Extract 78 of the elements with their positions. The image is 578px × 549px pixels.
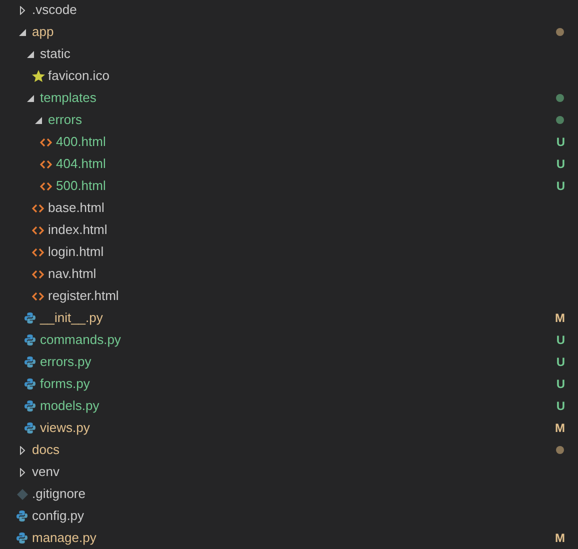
git-status-letter: M: [555, 530, 565, 547]
python-icon: [24, 378, 36, 390]
git-status-letter: U: [556, 354, 565, 371]
file-name: login.html: [48, 243, 105, 262]
file-name: nav.html: [48, 265, 98, 284]
file-name: errors: [48, 111, 83, 130]
git-status-letter: U: [556, 134, 565, 151]
python-icon: [24, 334, 36, 346]
tree-item[interactable]: .gitignore: [0, 483, 578, 505]
git-status-letter: U: [556, 332, 565, 349]
file-name: base.html: [48, 199, 106, 218]
tree-item[interactable]: manage.py M: [0, 527, 578, 548]
tree-item[interactable]: 500.html U: [0, 175, 578, 197]
tree-item[interactable]: forms.py U: [0, 373, 578, 395]
file-name: register.html: [48, 287, 120, 306]
file-name: commands.py: [40, 331, 122, 350]
file-name: venv: [32, 463, 60, 482]
tree-item[interactable]: login.html: [0, 241, 578, 263]
python-icon: [16, 510, 28, 522]
tree-item[interactable]: .vscode: [0, 0, 578, 21]
tree-item[interactable]: config.py: [0, 505, 578, 527]
file-name: templates: [40, 89, 98, 108]
tree-item[interactable]: favicon.ico: [0, 65, 578, 87]
tree-item[interactable]: app: [0, 21, 578, 43]
file-name: static: [40, 45, 72, 64]
tree-item[interactable]: register.html: [0, 285, 578, 307]
diamond-icon: [16, 488, 28, 500]
file-name: app: [32, 23, 55, 42]
code-icon: [32, 292, 44, 300]
tree-item[interactable]: venv: [0, 461, 578, 483]
tree-item[interactable]: errors: [0, 109, 578, 131]
code-icon: [32, 204, 44, 212]
tree-item[interactable]: 404.html U: [0, 153, 578, 175]
file-name: forms.py: [40, 375, 91, 394]
git-status-letter: U: [556, 156, 565, 173]
code-icon: [32, 248, 44, 256]
file-name: config.py: [32, 507, 86, 526]
git-status-letter: M: [555, 420, 565, 437]
file-name: docs: [32, 441, 60, 460]
git-status-letter: U: [556, 178, 565, 195]
code-icon: [40, 160, 52, 168]
python-icon: [16, 532, 28, 544]
file-name: views.py: [40, 419, 91, 438]
tree-item[interactable]: 400.html U: [0, 131, 578, 153]
git-status-letter: U: [556, 376, 565, 393]
python-icon: [24, 356, 36, 368]
tree-item[interactable]: static: [0, 43, 578, 65]
code-icon: [32, 226, 44, 234]
tree-item[interactable]: base.html: [0, 197, 578, 219]
tree-item[interactable]: commands.py U: [0, 329, 578, 351]
file-name: 404.html: [56, 155, 107, 174]
file-name: models.py: [40, 397, 100, 416]
code-icon: [32, 270, 44, 278]
tree-item[interactable]: docs: [0, 439, 578, 461]
python-icon: [24, 422, 36, 434]
file-name: index.html: [48, 221, 108, 240]
file-name: 400.html: [56, 133, 107, 152]
tree-item[interactable]: errors.py U: [0, 351, 578, 373]
file-name: .gitignore: [32, 485, 86, 504]
star-icon: [32, 70, 44, 82]
file-name: .vscode: [32, 1, 78, 20]
tree-item[interactable]: views.py M: [0, 417, 578, 439]
git-status-letter: M: [555, 310, 565, 327]
file-name: manage.py: [32, 529, 98, 548]
tree-item[interactable]: templates: [0, 87, 578, 109]
tree-item[interactable]: index.html: [0, 219, 578, 241]
file-name: 500.html: [56, 177, 107, 196]
git-status-letter: U: [556, 398, 565, 415]
python-icon: [24, 400, 36, 412]
code-icon: [40, 138, 52, 146]
tree-item[interactable]: nav.html: [0, 263, 578, 285]
tree-item[interactable]: models.py U: [0, 395, 578, 417]
tree-item[interactable]: __init__.py M: [0, 307, 578, 329]
python-icon: [24, 312, 36, 324]
code-icon: [40, 182, 52, 190]
file-name: favicon.ico: [48, 67, 110, 86]
file-name: __init__.py: [40, 309, 104, 328]
file-name: errors.py: [40, 353, 92, 372]
